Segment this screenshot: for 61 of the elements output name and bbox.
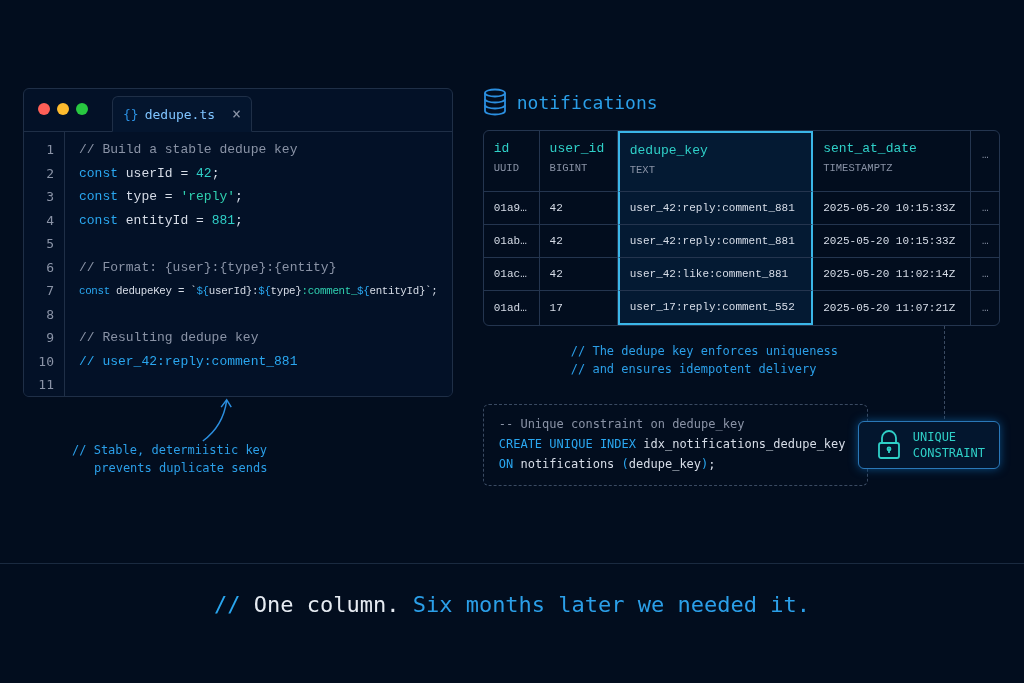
column-header: sent_at_date TIMESTAMPTZ [813, 131, 972, 192]
table-cell: 17 [539, 291, 618, 325]
code-line: // user_42:reply:comment_881 [79, 353, 298, 369]
file-tab[interactable]: {} dedupe.ts × [112, 96, 252, 132]
database-icon [482, 88, 507, 116]
code-line: const dedupeKey = `${userId}:${type}:comment_${entityId}`; [79, 284, 438, 297]
column-header: dedupe_key TEXT [617, 131, 814, 192]
table-cell-text: … [980, 301, 990, 316]
line-number: 9 [45, 330, 54, 346]
sql-line: -- Unique constraint on dedupe_key [498, 417, 746, 431]
column-header: user_id BIGINT [539, 131, 618, 192]
line-number: 2 [45, 165, 54, 181]
line-number: 5 [45, 236, 54, 252]
table-cell: 2025-05-20 10:15:33Z [813, 192, 972, 225]
sql-line: ON notifications (dedupe_key); [498, 457, 717, 471]
table-title: notifications [516, 91, 658, 113]
annotation-text: // Stable, determiistic key [72, 443, 269, 457]
table-cell: 01ad… [483, 291, 540, 325]
table-cell: 2025-05-20 11:07:21Z [813, 291, 972, 325]
line-number: 10 [37, 353, 54, 369]
column-header: … [971, 131, 999, 192]
badge-label: CONSTRAINT [912, 446, 985, 460]
line-number: 11 [37, 377, 54, 393]
window-control-dot[interactable] [76, 103, 88, 115]
line-number: 1 [45, 142, 54, 158]
line-number: 3 [45, 189, 54, 205]
code-line: const type = 'reply'; [79, 189, 243, 205]
padlock-icon [876, 430, 901, 460]
column-header: id UUID [483, 131, 540, 192]
table-cell: 01ac… [483, 258, 540, 291]
code-line: // Build a stable dedupe key [79, 142, 298, 158]
annotation-text: // and ensures idempotent delivery [570, 362, 818, 376]
line-number: 4 [45, 212, 54, 228]
line-number: 8 [45, 306, 54, 322]
annotation-text: prevents duplicate sends [93, 461, 269, 475]
code-line: const entityId = 881; [79, 212, 243, 228]
table-cell: 2025-05-20 10:15:33Z [813, 225, 972, 258]
table-cell: user_42:reply:comment_881 [617, 192, 814, 225]
table-cell: 42 [539, 225, 618, 258]
annotation-text: // The dedupe key enforces uniqueness [570, 344, 839, 358]
window-control-dot[interactable] [57, 103, 69, 115]
code-line: // Resulting dedupe key [79, 330, 259, 346]
line-number: 6 [45, 259, 54, 275]
table-cell: 42 [539, 192, 618, 225]
table-cell: 2025-05-20 11:02:14Z [813, 258, 972, 291]
table-cell: user_42:like:comment_881 [617, 258, 814, 291]
window-control-dot[interactable] [38, 103, 50, 115]
code-line: // Format: {user}:{type}:{entity} [79, 259, 337, 275]
table-cell: … [971, 192, 999, 225]
table-cell: 42 [539, 258, 618, 291]
sql-line: CREATE UNIQUE INDEX idx_notifications_dedupe_key [498, 437, 847, 451]
code-line: const userId = 42; [79, 165, 220, 181]
table-cell: … [971, 225, 999, 258]
table-cell: 01ab… [483, 225, 540, 258]
table-cell: user_42:reply:comment_881 [617, 225, 814, 258]
line-number: 7 [45, 283, 54, 299]
caption: // One column. Six months later we needed it. [0, 563, 1024, 617]
badge-label: UNIQUE [912, 430, 958, 444]
table-cell: user_17:reply:comment_552 [617, 291, 814, 325]
table-cell: 01a9… [483, 192, 540, 225]
table-cell: … [971, 258, 999, 291]
